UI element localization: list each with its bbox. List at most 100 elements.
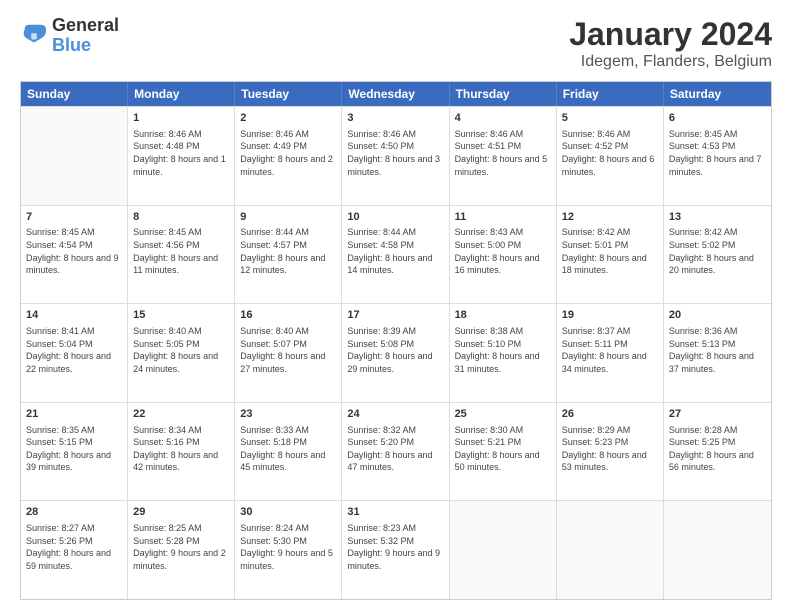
calendar-cell: 30 Sunrise: 8:24 AMSunset: 5:30 PMDayligh… (235, 501, 342, 599)
day-number: 21 (26, 407, 122, 422)
day-info: Sunrise: 8:45 AMSunset: 4:53 PMDaylight:… (669, 128, 766, 178)
calendar-cell: 11Sunrise: 8:43 AMSunset: 5:00 PMDayligh… (450, 206, 557, 304)
day-number: 1 (133, 111, 229, 126)
logo-icon (20, 22, 48, 50)
day-number: 27 (669, 407, 766, 422)
calendar-cell: 24 Sunrise: 8:32 AMSunset: 5:20 PMDayligh… (342, 403, 449, 501)
calendar-cell: 17Sunrise: 8:39 AMSunset: 5:08 PMDayligh… (342, 304, 449, 402)
day-info: Sunrise: 8:29 AMSunset: 5:23 PMDaylight:… (562, 424, 658, 474)
weekday-header: Monday (128, 82, 235, 106)
calendar-row: 14 Sunrise: 8:41 AMSunset: 5:04 PMDayligh… (21, 303, 771, 402)
day-info: Sunrise: 8:46 AMSunset: 4:51 PMDaylight:… (455, 128, 551, 178)
calendar-cell: 12Sunrise: 8:42 AMSunset: 5:01 PMDayligh… (557, 206, 664, 304)
day-info: Sunrise: 8:46 AMSunset: 4:52 PMDaylight:… (562, 128, 658, 178)
calendar-cell: 21 Sunrise: 8:35 AMSunset: 5:15 PMDayligh… (21, 403, 128, 501)
day-number: 24 (347, 407, 443, 422)
day-info: Sunrise: 8:44 AMSunset: 4:58 PMDaylight:… (347, 226, 443, 276)
day-number: 22 (133, 407, 229, 422)
day-number: 13 (669, 210, 766, 225)
weekday-header: Wednesday (342, 82, 449, 106)
day-number: 23 (240, 407, 336, 422)
calendar-cell: 1 Sunrise: 8:46 AMSunset: 4:48 PMDaylight… (128, 107, 235, 205)
day-info: Sunrise: 8:40 AMSunset: 5:05 PMDaylight:… (133, 325, 229, 375)
day-info: Sunrise: 8:36 AMSunset: 5:13 PMDaylight:… (669, 325, 766, 375)
day-number: 14 (26, 308, 122, 323)
calendar-row: 21 Sunrise: 8:35 AMSunset: 5:15 PMDayligh… (21, 402, 771, 501)
calendar-cell: 23 Sunrise: 8:33 AMSunset: 5:18 PMDayligh… (235, 403, 342, 501)
day-number: 10 (347, 210, 443, 225)
weekday-header: Tuesday (235, 82, 342, 106)
calendar-cell: 2 Sunrise: 8:46 AMSunset: 4:49 PMDaylight… (235, 107, 342, 205)
day-info: Sunrise: 8:32 AMSunset: 5:20 PMDaylight:… (347, 424, 443, 474)
calendar-cell: 20Sunrise: 8:36 AMSunset: 5:13 PMDayligh… (664, 304, 771, 402)
day-info: Sunrise: 8:40 AMSunset: 5:07 PMDaylight:… (240, 325, 336, 375)
calendar-body: 1 Sunrise: 8:46 AMSunset: 4:48 PMDaylight… (21, 106, 771, 599)
day-info: Sunrise: 8:38 AMSunset: 5:10 PMDaylight:… (455, 325, 551, 375)
calendar-cell: 27 Sunrise: 8:28 AMSunset: 5:25 PMDayligh… (664, 403, 771, 501)
day-number: 5 (562, 111, 658, 126)
calendar-cell: 7Sunrise: 8:45 AMSunset: 4:54 PMDaylight… (21, 206, 128, 304)
calendar-cell: 16Sunrise: 8:40 AMSunset: 5:07 PMDayligh… (235, 304, 342, 402)
calendar-cell: 9Sunrise: 8:44 AMSunset: 4:57 PMDaylight… (235, 206, 342, 304)
logo: General Blue (20, 16, 119, 56)
calendar-row: 28Sunrise: 8:27 AMSunset: 5:26 PMDayligh… (21, 500, 771, 599)
day-number: 15 (133, 308, 229, 323)
calendar-cell: 28Sunrise: 8:27 AMSunset: 5:26 PMDayligh… (21, 501, 128, 599)
calendar-header: SundayMondayTuesdayWednesdayThursdayFrid… (21, 82, 771, 106)
calendar-cell: 13Sunrise: 8:42 AMSunset: 5:02 PMDayligh… (664, 206, 771, 304)
weekday-header: Thursday (450, 82, 557, 106)
weekday-header: Sunday (21, 82, 128, 106)
day-info: Sunrise: 8:46 AMSunset: 4:50 PMDaylight:… (347, 128, 443, 178)
calendar-cell: 14 Sunrise: 8:41 AMSunset: 5:04 PMDayligh… (21, 304, 128, 402)
day-info: Sunrise: 8:24 AMSunset: 5:30 PMDaylight:… (240, 522, 336, 572)
day-number: 7 (26, 210, 122, 225)
calendar-cell: 22 Sunrise: 8:34 AMSunset: 5:16 PMDayligh… (128, 403, 235, 501)
day-number: 31 (347, 505, 443, 520)
calendar-cell: 8Sunrise: 8:45 AMSunset: 4:56 PMDaylight… (128, 206, 235, 304)
day-number: 6 (669, 111, 766, 126)
day-info: Sunrise: 8:34 AMSunset: 5:16 PMDaylight:… (133, 424, 229, 474)
calendar-row: 1 Sunrise: 8:46 AMSunset: 4:48 PMDaylight… (21, 106, 771, 205)
logo-text: General Blue (52, 16, 119, 56)
day-number: 30 (240, 505, 336, 520)
day-number: 8 (133, 210, 229, 225)
day-info: Sunrise: 8:45 AMSunset: 4:56 PMDaylight:… (133, 226, 229, 276)
day-info: Sunrise: 8:42 AMSunset: 5:02 PMDaylight:… (669, 226, 766, 276)
day-number: 3 (347, 111, 443, 126)
day-number: 2 (240, 111, 336, 126)
day-info: Sunrise: 8:35 AMSunset: 5:15 PMDaylight:… (26, 424, 122, 474)
day-info: Sunrise: 8:44 AMSunset: 4:57 PMDaylight:… (240, 226, 336, 276)
calendar-row: 7Sunrise: 8:45 AMSunset: 4:54 PMDaylight… (21, 205, 771, 304)
day-number: 11 (455, 210, 551, 225)
day-number: 9 (240, 210, 336, 225)
calendar-cell: 31 Sunrise: 8:23 AMSunset: 5:32 PMDayligh… (342, 501, 449, 599)
calendar-cell: 29Sunrise: 8:25 AMSunset: 5:28 PMDayligh… (128, 501, 235, 599)
calendar-cell: 3 Sunrise: 8:46 AMSunset: 4:50 PMDaylight… (342, 107, 449, 205)
day-info: Sunrise: 8:33 AMSunset: 5:18 PMDaylight:… (240, 424, 336, 474)
day-info: Sunrise: 8:46 AMSunset: 4:49 PMDaylight:… (240, 128, 336, 178)
calendar-cell: 6 Sunrise: 8:45 AMSunset: 4:53 PMDaylight… (664, 107, 771, 205)
day-number: 18 (455, 308, 551, 323)
calendar-cell: 15 Sunrise: 8:40 AMSunset: 5:05 PMDayligh… (128, 304, 235, 402)
day-number: 12 (562, 210, 658, 225)
day-info: Sunrise: 8:30 AMSunset: 5:21 PMDaylight:… (455, 424, 551, 474)
day-number: 4 (455, 111, 551, 126)
day-info: Sunrise: 8:23 AMSunset: 5:32 PMDaylight:… (347, 522, 443, 572)
day-number: 28 (26, 505, 122, 520)
calendar-cell: 10Sunrise: 8:44 AMSunset: 4:58 PMDayligh… (342, 206, 449, 304)
page: General Blue January 2024 Idegem, Flande… (0, 0, 792, 612)
day-info: Sunrise: 8:39 AMSunset: 5:08 PMDaylight:… (347, 325, 443, 375)
calendar-cell: 18 Sunrise: 8:38 AMSunset: 5:10 PMDayligh… (450, 304, 557, 402)
day-info: Sunrise: 8:25 AMSunset: 5:28 PMDaylight:… (133, 522, 229, 572)
day-info: Sunrise: 8:45 AMSunset: 4:54 PMDaylight:… (26, 226, 122, 276)
day-info: Sunrise: 8:46 AMSunset: 4:48 PMDaylight:… (133, 128, 229, 178)
day-info: Sunrise: 8:42 AMSunset: 5:01 PMDaylight:… (562, 226, 658, 276)
day-info: Sunrise: 8:28 AMSunset: 5:25 PMDaylight:… (669, 424, 766, 474)
calendar-cell: 4 Sunrise: 8:46 AMSunset: 4:51 PMDaylight… (450, 107, 557, 205)
day-info: Sunrise: 8:37 AMSunset: 5:11 PMDaylight:… (562, 325, 658, 375)
calendar-cell (21, 107, 128, 205)
day-info: Sunrise: 8:41 AMSunset: 5:04 PMDaylight:… (26, 325, 122, 375)
calendar: SundayMondayTuesdayWednesdayThursdayFrid… (20, 81, 772, 600)
day-number: 19 (562, 308, 658, 323)
main-title: January 2024 (569, 16, 772, 53)
